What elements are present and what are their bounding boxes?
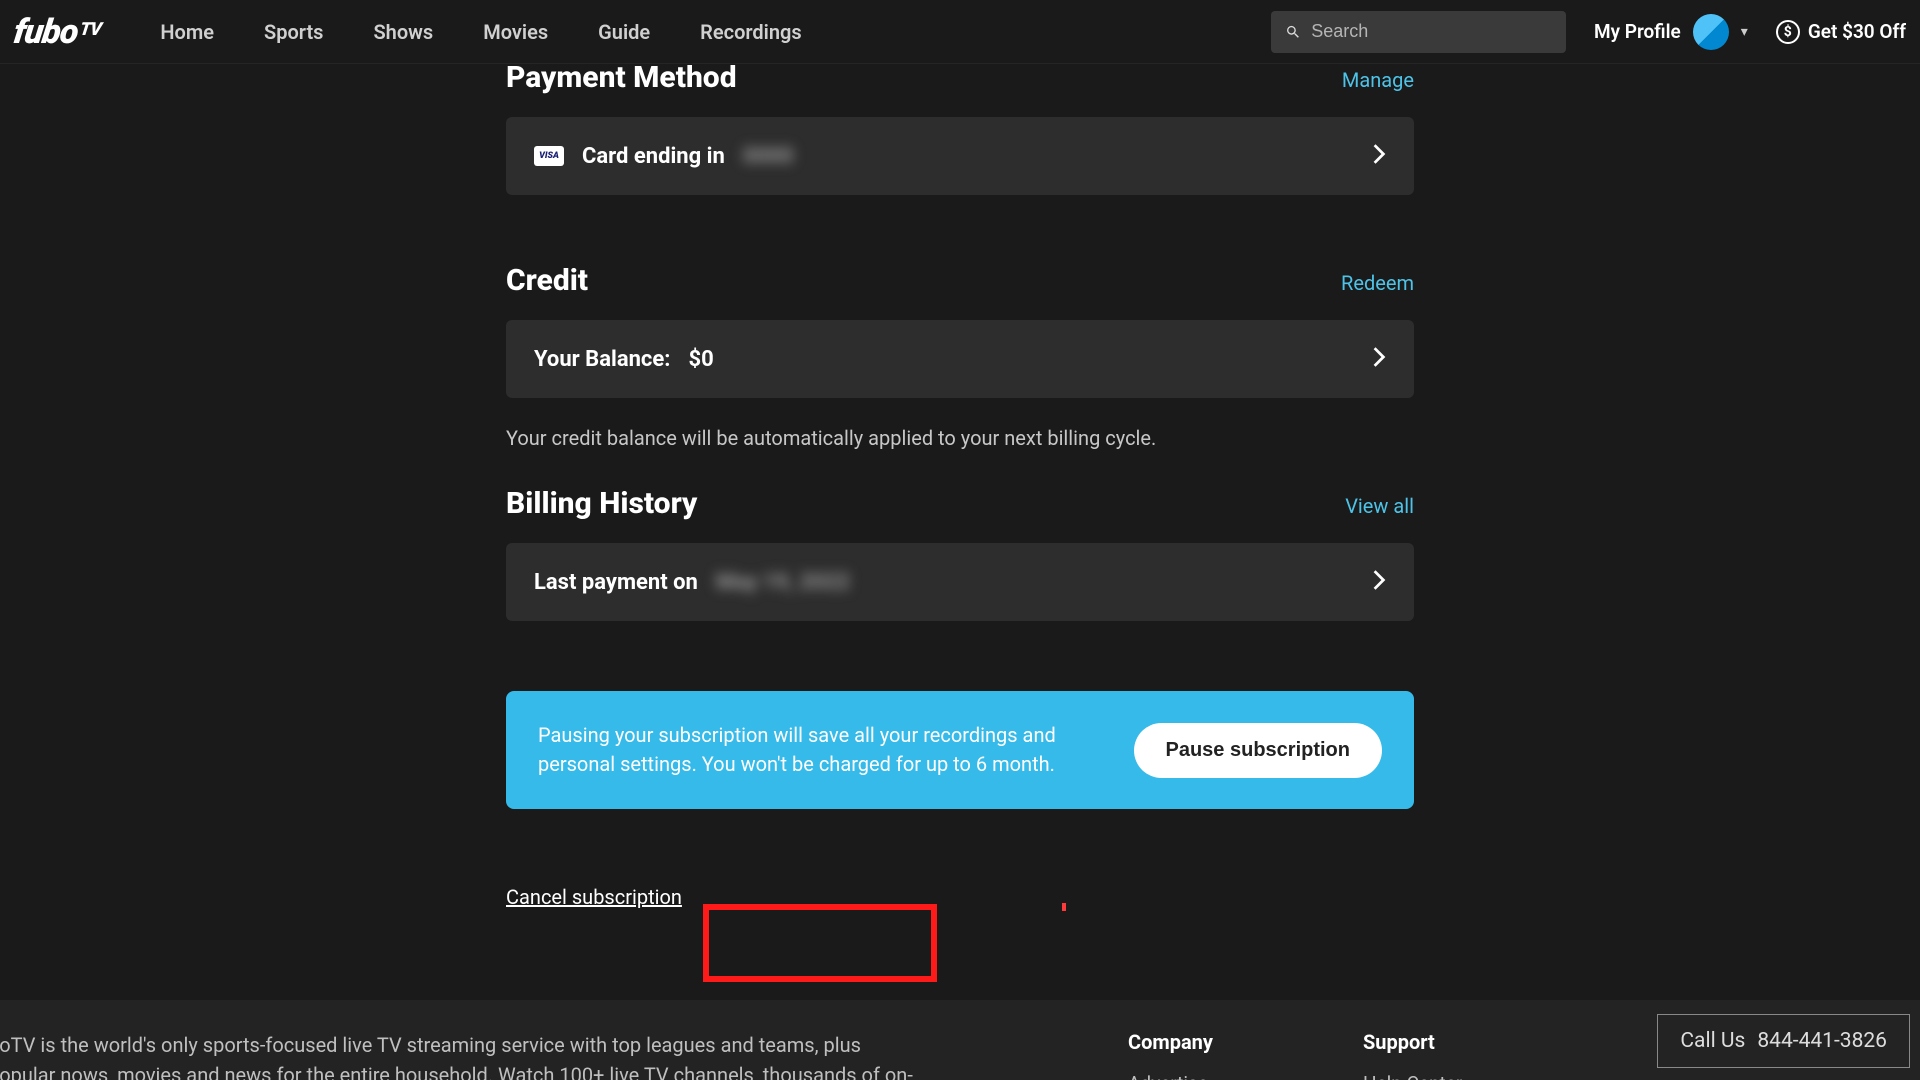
profile-menu[interactable]: My Profile ▾ [1594,14,1748,50]
card-ending-label: Card ending in [582,144,725,169]
search-icon [1285,23,1301,41]
nav-shows[interactable]: Shows [373,20,433,44]
profile-label: My Profile [1594,20,1681,43]
avatar [1693,14,1729,50]
logo-suffix: TV [79,19,103,40]
last-payment-date: May 19, 2022 [716,570,850,595]
pause-text: Pausing your subscription will save all … [538,721,1058,779]
redeem-link[interactable]: Redeem [1341,271,1414,295]
payment-title: Payment Method [506,60,737,95]
credit-card[interactable]: Your Balance: $0 [506,320,1414,398]
nav-movies[interactable]: Movies [483,20,548,44]
credit-section-head: Credit Redeem [506,263,1414,298]
billing-card[interactable]: Last payment on May 19, 2022 [506,543,1414,621]
chevron-down-icon: ▾ [1741,24,1748,40]
footer-support-heading: Support [1363,1030,1462,1054]
footer-columns: Company Advertise Support Help Center [1128,1030,1462,1080]
nav-home[interactable]: Home [160,20,214,44]
call-us-button[interactable]: Call Us 844-441-3826 [1657,1014,1910,1068]
cancel-subscription-link[interactable]: Cancel subscription [506,885,682,909]
logo[interactable]: fuboTV [11,12,103,52]
footer-description: boTV is the world's only sports-focused … [0,1030,928,1080]
highlight-box [703,904,937,982]
footer-company-heading: Company [1128,1030,1213,1054]
nav-recordings[interactable]: Recordings [700,20,802,44]
nav-guide[interactable]: Guide [598,20,650,44]
header-bar: fuboTV Home Sports Shows Movies Guide Re… [0,0,1920,64]
header-right: My Profile ▾ $ Get $30 Off [1271,11,1906,53]
offer-label: Get $30 Off [1808,20,1906,43]
balance-value: $0 [688,347,713,372]
payment-section-head: Payment Method Manage [506,66,1414,95]
logo-main: fubo [11,12,80,52]
payment-card-left: VISA Card ending in 0000 [534,144,793,169]
balance-label: Your Balance: [534,347,670,372]
footer-advertise-link[interactable]: Advertise [1128,1072,1213,1080]
call-label: Call Us [1680,1029,1745,1053]
chevron-right-icon [1372,143,1386,169]
pause-button[interactable]: Pause subscription [1134,723,1383,778]
billing-title: Billing History [506,486,697,521]
visa-icon: VISA [534,146,564,166]
credit-card-left: Your Balance: $0 [534,347,714,372]
search-box[interactable] [1271,11,1566,53]
credit-title: Credit [506,263,588,298]
billing-section-head: Billing History View all [506,486,1414,521]
pause-banner: Pausing your subscription will save all … [506,691,1414,809]
dollar-icon: $ [1776,20,1800,44]
manage-link[interactable]: Manage [1342,68,1414,92]
cancel-row: Cancel subscription [506,885,1414,909]
nav-sports[interactable]: Sports [264,20,323,44]
card-last4: 0000 [743,144,794,169]
chevron-right-icon [1372,569,1386,595]
footer-help-link[interactable]: Help Center [1363,1072,1462,1080]
footer-company: Company Advertise [1128,1030,1213,1080]
main-nav: Home Sports Shows Movies Guide Recording… [160,20,801,44]
main-content: Payment Method Manage VISA Card ending i… [506,64,1414,909]
credit-note: Your credit balance will be automaticall… [506,426,1414,450]
footer: boTV is the world's only sports-focused … [0,1000,1920,1080]
billing-card-left: Last payment on May 19, 2022 [534,570,850,595]
search-input[interactable] [1311,21,1552,42]
view-all-link[interactable]: View all [1345,494,1414,518]
chevron-right-icon [1372,346,1386,372]
payment-card[interactable]: VISA Card ending in 0000 [506,117,1414,195]
offer-button[interactable]: $ Get $30 Off [1776,20,1906,44]
call-number: 844-441-3826 [1757,1029,1887,1053]
last-payment-label: Last payment on [534,570,698,595]
footer-support: Support Help Center [1363,1030,1462,1080]
